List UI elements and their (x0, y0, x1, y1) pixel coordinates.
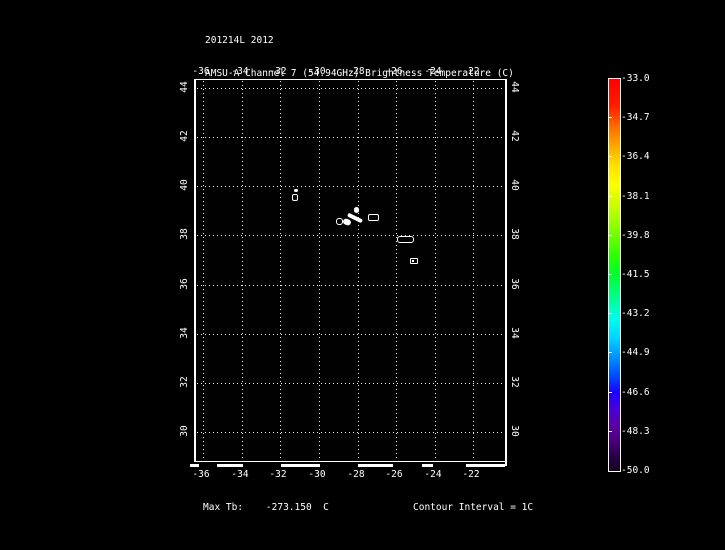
data-boundary-segment (217, 464, 243, 467)
gridline-horizontal (197, 285, 505, 286)
map-frame (194, 79, 506, 462)
colorbar-tick-label: -50.0 (621, 465, 650, 476)
colorbar-tick-label: -39.8 (621, 230, 650, 241)
x-tick-label-bottom: -22 (462, 469, 480, 480)
colorbar-tick-label: -36.4 (621, 151, 650, 162)
colorbar-tick-label: -34.7 (621, 112, 650, 123)
data-boundary-segment (281, 464, 320, 467)
data-boundary-segment (358, 464, 393, 467)
max-tb-readout: Max Tb: -273.150 C (203, 502, 329, 513)
colorbar-tick (609, 392, 612, 393)
colorbar-tick (609, 431, 612, 432)
island-contour-graciosa (354, 207, 359, 213)
x-tick-label-bottom: -34 (231, 469, 249, 480)
y-tick-label-left: 32 (179, 376, 190, 388)
colorbar-tick (609, 352, 612, 353)
colorbar-tick (609, 313, 612, 314)
island-contour-corvo (294, 189, 298, 192)
y-tick-label-right: 40 (509, 179, 520, 191)
y-tick-label-right: 36 (509, 278, 520, 290)
colorbar-tick-label: -44.9 (621, 347, 650, 358)
gridline-horizontal (197, 186, 505, 187)
y-tick-label-left: 30 (179, 425, 190, 437)
x-tick-label-top: -28 (347, 66, 365, 77)
gridline-horizontal (197, 88, 505, 89)
x-tick-label-top: -32 (269, 66, 287, 77)
y-tick-label-right: 30 (509, 425, 520, 437)
colorbar-tick-label: -48.3 (621, 426, 650, 437)
x-tick-label-bottom: -26 (385, 469, 403, 480)
gridline-horizontal (197, 383, 505, 384)
colorbar-tick-label: -38.1 (621, 191, 650, 202)
x-tick-label-top: -24 (424, 66, 442, 77)
island-contour-terceira (368, 214, 379, 221)
y-tick-label-right: 44 (509, 81, 520, 93)
y-tick-label-left: 42 (179, 130, 190, 142)
x-tick-label-top: -22 (462, 66, 480, 77)
colorbar-tick-label: -43.2 (621, 308, 650, 319)
x-tick-label-bottom: -24 (424, 469, 442, 480)
colorbar-tick-label: -41.5 (621, 269, 650, 280)
colorbar-tick (609, 117, 612, 118)
x-tick-label-bottom: -36 (192, 469, 210, 480)
colorbar-tick (609, 274, 612, 275)
contour-interval-label: Contour Interval = 1C (413, 502, 534, 513)
x-tick-label-top: -26 (385, 66, 403, 77)
y-tick-label-left: 34 (179, 327, 190, 339)
y-tick-label-right: 38 (509, 228, 520, 240)
colorbar-gradient (609, 79, 620, 471)
data-boundary-segment (190, 464, 199, 467)
colorbar-tick (609, 196, 612, 197)
colorbar (608, 78, 621, 472)
island-dot-santa-maria (412, 260, 414, 262)
colorbar-tick (609, 156, 612, 157)
x-tick-label-bottom: -32 (269, 469, 287, 480)
colorbar-tick-label: -33.0 (621, 73, 650, 84)
x-tick-label-bottom: -30 (308, 469, 326, 480)
island-contour-sao-miguel (397, 236, 414, 243)
gridline-horizontal (197, 334, 505, 335)
data-boundary-segment (466, 464, 505, 467)
x-tick-label-top: -34 (231, 66, 249, 77)
gridline-horizontal (197, 432, 505, 433)
y-tick-label-right: 42 (509, 130, 520, 142)
colorbar-tick (609, 235, 612, 236)
y-tick-label-right: 34 (509, 327, 520, 339)
data-boundary-right-edge (505, 79, 507, 466)
y-tick-label-left: 40 (179, 179, 190, 191)
y-tick-label-right: 32 (509, 376, 520, 388)
data-boundary-segment (422, 464, 433, 467)
x-tick-label-top: -36 (192, 66, 210, 77)
colorbar-tick-label: -46.6 (621, 387, 650, 398)
screenshot-root: 201214L 2012 AMSU-A Channel 7 (54.94GHz)… (0, 0, 725, 550)
y-tick-label-left: 44 (179, 81, 190, 93)
gridline-horizontal (197, 235, 505, 236)
storm-id-line: 201214L 2012 (205, 34, 274, 46)
y-tick-label-left: 36 (179, 278, 190, 290)
x-tick-label-top: -30 (308, 66, 326, 77)
island-contour-flores (292, 194, 298, 201)
y-tick-label-left: 38 (179, 228, 190, 240)
gridline-horizontal (197, 137, 505, 138)
x-tick-label-bottom: -28 (347, 469, 365, 480)
